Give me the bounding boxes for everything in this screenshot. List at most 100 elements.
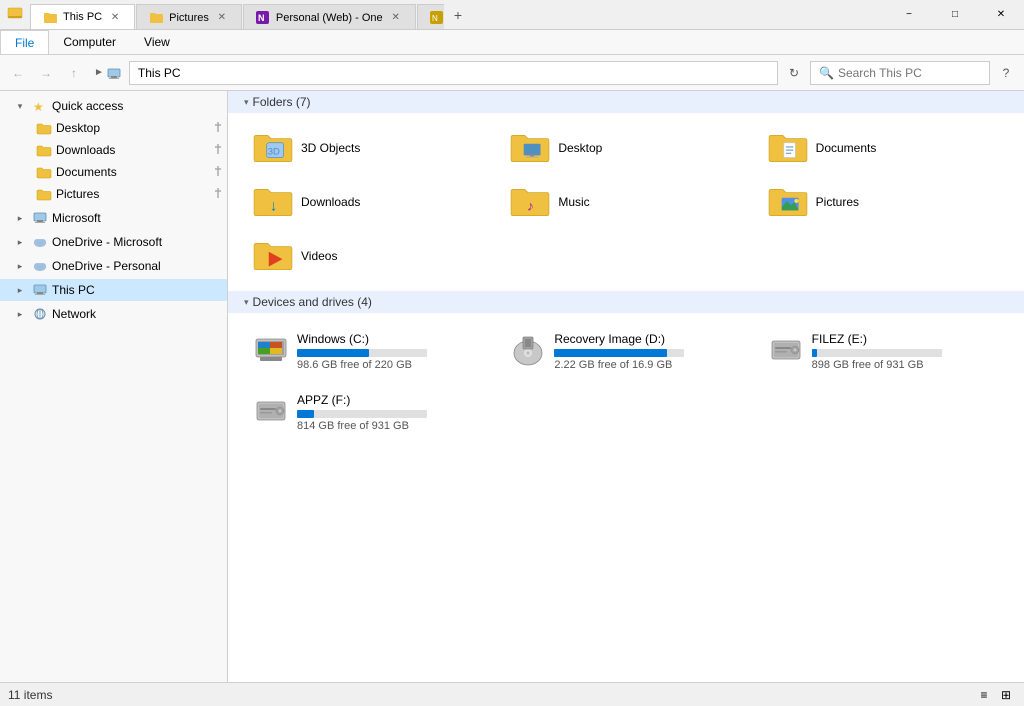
drives-section-header[interactable]: ▾Devices and drives (4) bbox=[228, 291, 1024, 313]
details-view-button[interactable]: ⊞ bbox=[996, 685, 1016, 705]
drive-item-filez-e[interactable]: FILEZ (E:)898 GB free of 931 GB bbox=[759, 325, 1008, 378]
help-button[interactable]: ? bbox=[994, 61, 1018, 85]
sidebar-item-thispc[interactable]: ▸ This PC bbox=[0, 279, 227, 301]
sidebar-item-microsoft[interactable]: ▸ Microsoft bbox=[0, 207, 227, 229]
sidebar-child-documents[interactable]: Documents bbox=[0, 161, 227, 183]
drive-icon-recovery-d bbox=[510, 332, 546, 368]
drive-item-windows-c[interactable]: Windows (C:)98.6 GB free of 220 GB bbox=[244, 325, 493, 378]
folder-icon bbox=[149, 11, 163, 25]
folder-icon-documents bbox=[768, 132, 808, 164]
folder-name-documents: Documents bbox=[816, 141, 877, 155]
expand-icon-thispc[interactable]: ▸ bbox=[12, 282, 28, 298]
folder-item-3dobjects[interactable]: 3D3D Objects bbox=[244, 125, 493, 171]
sidebar-item-network[interactable]: ▸Network bbox=[0, 303, 227, 325]
folder-item-pictures[interactable]: Pictures bbox=[759, 179, 1008, 225]
expand-icon-microsoft[interactable]: ▸ bbox=[12, 210, 28, 226]
pin-icon-documents bbox=[213, 166, 223, 179]
tab-close-pictures[interactable]: ✕ bbox=[215, 11, 229, 25]
search-input[interactable] bbox=[838, 66, 968, 80]
tab-close-thispc[interactable]: ✕ bbox=[108, 10, 122, 24]
expand-icon-onedrive-personal[interactable]: ▸ bbox=[12, 258, 28, 274]
drive-info-filez-e: FILEZ (E:)898 GB free of 931 GB bbox=[812, 332, 999, 371]
network-icon-network bbox=[32, 306, 48, 322]
drive-item-recovery-d[interactable]: Recovery Image (D:)2.22 GB free of 16.9 … bbox=[501, 325, 750, 378]
folder-item-music[interactable]: ♪ Music bbox=[501, 179, 750, 225]
refresh-button[interactable]: ↻ bbox=[782, 61, 806, 85]
tab-close-onenote[interactable]: ✕ bbox=[389, 11, 403, 25]
expand-icon-onedrive-ms[interactable]: ▸ bbox=[12, 234, 28, 250]
content-area: ▾Folders (7) 3D3D ObjectsDesktop Document… bbox=[228, 91, 1024, 682]
expand-icon-network[interactable]: ▸ bbox=[12, 306, 28, 322]
folders-grid: 3D3D ObjectsDesktop Documents↓Downloads♪… bbox=[228, 113, 1024, 291]
sidebar-item-quick-access[interactable]: ▾★Quick access bbox=[0, 95, 227, 117]
sidebar-item-onedrive-personal[interactable]: ▸ OneDrive - Personal bbox=[0, 255, 227, 277]
drive-name-appz-f: APPZ (F:) bbox=[297, 393, 484, 407]
up-button[interactable]: ↑ bbox=[62, 61, 86, 85]
sidebar-label-thispc: This PC bbox=[52, 283, 227, 297]
folders-section-header[interactable]: ▾Folders (7) bbox=[228, 91, 1024, 113]
sidebar-child-desktop[interactable]: Desktop bbox=[0, 117, 227, 139]
folder-item-downloads[interactable]: ↓Downloads bbox=[244, 179, 493, 225]
new-tab-button[interactable]: + bbox=[444, 2, 472, 28]
cloud-icon-onedrive-personal bbox=[32, 258, 48, 274]
drive-bar-bg-recovery-d bbox=[554, 349, 684, 357]
sidebar-child-pictures[interactable]: Pictures bbox=[0, 183, 227, 205]
ribbon-tab-file[interactable]: File bbox=[0, 30, 49, 54]
address-bar: ← → ↑ ► This PC ↻ 🔍 ? bbox=[0, 55, 1024, 91]
sidebar-section-onedrive-ms: ▸OneDrive - Microsoft bbox=[0, 231, 227, 253]
tab-onenote[interactable]: N Personal (Web) - One ✕ bbox=[243, 4, 416, 29]
sidebar-section-network: ▸Network bbox=[0, 303, 227, 325]
drive-bar-bg-filez-e bbox=[812, 349, 942, 357]
folder-icon-desktop bbox=[510, 132, 550, 164]
sidebar-section-thispc: ▸ This PC bbox=[0, 279, 227, 301]
folder-item-videos[interactable]: Videos bbox=[244, 233, 493, 279]
tab-label-onenote: Personal (Web) - One bbox=[276, 12, 383, 24]
folder-icon-music: ♪ bbox=[510, 186, 550, 218]
back-button[interactable]: ← bbox=[6, 61, 30, 85]
svg-text:↓: ↓ bbox=[270, 198, 277, 214]
folder-icon-pictures bbox=[36, 186, 52, 202]
sidebar-item-onedrive-ms[interactable]: ▸OneDrive - Microsoft bbox=[0, 231, 227, 253]
pc-icon-microsoft bbox=[32, 210, 48, 226]
address-path-text: This PC bbox=[138, 66, 181, 80]
folder-item-desktop[interactable]: Desktop bbox=[501, 125, 750, 171]
ribbon-tab-view[interactable]: View bbox=[130, 30, 184, 54]
news-icon: N bbox=[430, 11, 444, 25]
drive-free-windows-c: 98.6 GB free of 220 GB bbox=[297, 359, 484, 371]
search-box[interactable]: 🔍 bbox=[810, 61, 990, 85]
tab-pictures[interactable]: Pictures ✕ bbox=[136, 4, 242, 29]
drive-info-recovery-d: Recovery Image (D:)2.22 GB free of 16.9 … bbox=[554, 332, 741, 371]
sidebar-child-downloads[interactable]: Downloads bbox=[0, 139, 227, 161]
ribbon-tabs: FileComputerView bbox=[0, 30, 1024, 54]
ribbon-tab-computer[interactable]: Computer bbox=[49, 30, 130, 54]
close-button[interactable]: ✕ bbox=[978, 0, 1024, 30]
folder-name-3dobjects: 3D Objects bbox=[301, 141, 360, 155]
tab-label-pictures: Pictures bbox=[169, 12, 209, 24]
maximize-button[interactable]: □ bbox=[932, 0, 978, 30]
tab-news[interactable]: NNews✕ bbox=[417, 4, 444, 29]
folder-icon-videos bbox=[253, 240, 293, 272]
folders-arrow-icon: ▾ bbox=[244, 97, 249, 108]
folder-item-documents[interactable]: Documents bbox=[759, 125, 1008, 171]
drive-icon-appz-f bbox=[253, 393, 289, 429]
onenote-icon: N bbox=[256, 11, 270, 25]
item-count: 11 items bbox=[8, 688, 52, 702]
folder-name-music: Music bbox=[558, 195, 589, 209]
★-icon-quick-access: ★ bbox=[32, 98, 48, 114]
sidebar-label-microsoft: Microsoft bbox=[52, 211, 227, 225]
ribbon: FileComputerView bbox=[0, 30, 1024, 55]
tab-thispc[interactable]: This PC✕ bbox=[30, 4, 135, 29]
sidebar-child-label-desktop: Desktop bbox=[56, 121, 209, 135]
address-path[interactable]: This PC bbox=[129, 61, 778, 85]
expand-icon-quick-access[interactable]: ▾ bbox=[12, 98, 28, 114]
drive-item-appz-f[interactable]: APPZ (F:)814 GB free of 931 GB bbox=[244, 386, 493, 439]
sidebar-label-onedrive-personal: OneDrive - Personal bbox=[52, 259, 227, 273]
app-icon bbox=[0, 7, 30, 23]
drive-bar-bg-windows-c bbox=[297, 349, 427, 357]
minimize-button[interactable]: − bbox=[886, 0, 932, 30]
drives-section-label: Devices and drives (4) bbox=[253, 295, 372, 309]
status-bar: 11 items ≡ ⊞ bbox=[0, 682, 1024, 706]
list-view-button[interactable]: ≡ bbox=[974, 685, 994, 705]
main-layout: ▾★Quick accessDesktopDownloadsDocumentsP… bbox=[0, 91, 1024, 682]
forward-button[interactable]: → bbox=[34, 61, 58, 85]
